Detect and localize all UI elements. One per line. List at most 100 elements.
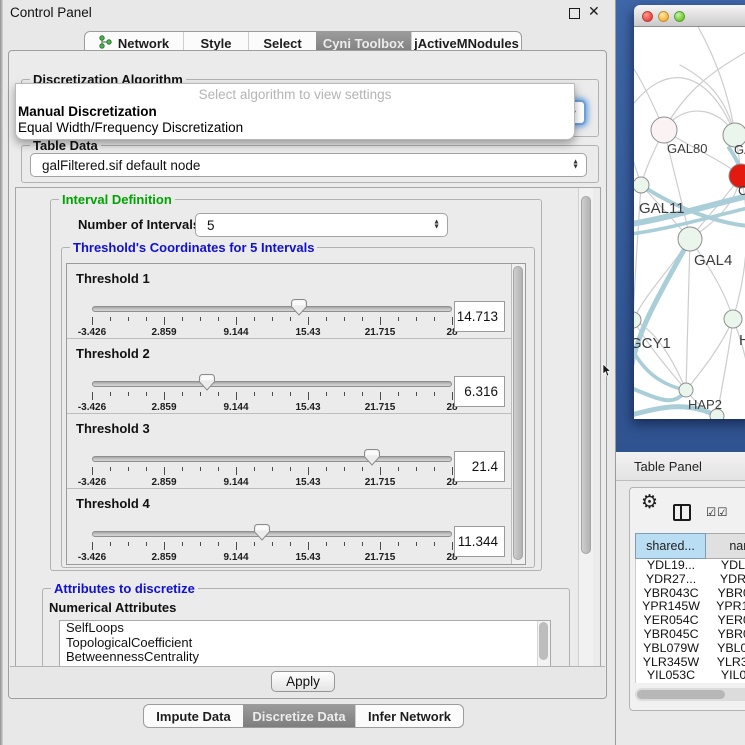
- threshold-row: Threshold 2 -3.4262.8599.14415.4321.7152…: [67, 339, 511, 414]
- table-cell[interactable]: YER054C: [706, 614, 745, 628]
- column-header-shared-name[interactable]: shared...: [635, 533, 706, 559]
- slider-thumb[interactable]: [254, 524, 270, 541]
- table-cell[interactable]: YDR27...: [706, 573, 745, 587]
- cyni-mode-tabbar: Impute Data Discretize Data Infer Networ…: [143, 704, 464, 728]
- threshold-slider[interactable]: -3.4262.8599.14415.4321.71528: [92, 450, 452, 488]
- network-view-window[interactable]: GAL80GACGAL11GAL4GCY1HHAP2: [634, 5, 745, 419]
- table-cell[interactable]: YBR043C: [706, 587, 745, 601]
- slider-track[interactable]: [92, 381, 452, 387]
- network-node[interactable]: [634, 177, 649, 193]
- table-cell[interactable]: YPR145W: [706, 600, 745, 614]
- panel-title: Control Panel: [10, 5, 92, 20]
- table-cell[interactable]: YBL079W: [706, 642, 745, 656]
- table-row[interactable]: YDL19...YDL19...: [636, 559, 745, 573]
- dropdown-item-equal-width-frequency[interactable]: Equal Width/Frequency Discretization: [18, 120, 243, 135]
- slider-track[interactable]: [92, 456, 452, 462]
- network-node[interactable]: [651, 117, 677, 143]
- table-row[interactable]: YBR045CYBR045C: [636, 628, 745, 642]
- dropdown-item-manual-discretization[interactable]: Manual Discretization: [18, 104, 157, 119]
- network-window-titlebar[interactable]: [634, 5, 745, 27]
- dropdown-placeholder-item[interactable]: Select algorithm to view settings: [16, 87, 574, 102]
- table-row[interactable]: YBR043CYBR043C: [636, 587, 745, 601]
- node-label: HAP2: [688, 397, 722, 412]
- attribute-item[interactable]: BetweennessCentrality: [60, 650, 550, 665]
- threshold-slider[interactable]: -3.4262.8599.14415.4321.71528: [92, 525, 452, 563]
- network-edge[interactable]: [634, 78, 735, 135]
- settings-vertical-scrollbar[interactable]: [578, 188, 593, 667]
- tab-impute-data[interactable]: Impute Data: [144, 705, 243, 727]
- network-edge[interactable]: [634, 115, 641, 185]
- float-window-icon[interactable]: [569, 8, 580, 19]
- table-cell[interactable]: YBR045C: [706, 628, 745, 642]
- content-bottom-bar: Apply: [10, 666, 605, 697]
- table-row[interactable]: YPR145WYPR145W: [636, 600, 745, 614]
- network-node[interactable]: [679, 383, 693, 397]
- table-horizontal-scrollbar[interactable]: [635, 688, 745, 701]
- table-row[interactable]: YIL053CYIL053C: [636, 669, 745, 683]
- table-cell[interactable]: YDL19...: [706, 559, 745, 573]
- select-columns-checkboxes-icon[interactable]: ☑☑: [706, 505, 729, 519]
- group-title: Attributes to discretize: [51, 581, 198, 596]
- node-label: GA: [734, 142, 745, 157]
- threshold-value-field[interactable]: 11.344: [454, 526, 505, 557]
- columns-icon[interactable]: [673, 504, 691, 521]
- table-row[interactable]: YBL079WYBL079W: [636, 642, 745, 656]
- table-data-combobox[interactable]: galFiltered.sif default node ▲▼: [30, 153, 587, 177]
- table-cell[interactable]: YDR27...: [636, 573, 706, 587]
- table-row[interactable]: YLR345WYLR345W: [636, 656, 745, 670]
- table-cell[interactable]: YBR043C: [636, 587, 706, 601]
- slider-track[interactable]: [92, 306, 452, 312]
- thresholds-scrollbar[interactable]: [511, 264, 525, 564]
- network-canvas[interactable]: GAL80GACGAL11GAL4GCY1HHAP2: [634, 27, 745, 419]
- network-edge[interactable]: [686, 239, 690, 390]
- slider-thumb[interactable]: [364, 449, 380, 466]
- network-node[interactable]: [634, 312, 641, 328]
- number-of-intervals-combobox[interactable]: 5 ▲▼: [195, 213, 448, 237]
- tab-infer-network[interactable]: Infer Network: [355, 705, 463, 727]
- threshold-slider[interactable]: -3.4262.8599.14415.4321.71528: [92, 300, 452, 338]
- column-header-name[interactable]: name: [706, 533, 745, 559]
- apply-button[interactable]: Apply: [271, 671, 335, 692]
- table-cell[interactable]: YPR145W: [636, 600, 706, 614]
- network-node[interactable]: [724, 310, 742, 328]
- table-cell[interactable]: YLR345W: [706, 656, 745, 670]
- table-cell[interactable]: YLR345W: [636, 656, 706, 670]
- gear-icon[interactable]: ⚙: [641, 491, 658, 513]
- tab-discretize-data[interactable]: Discretize Data: [243, 705, 355, 727]
- table-cell[interactable]: YER054C: [636, 614, 706, 628]
- node-label: C: [738, 183, 745, 198]
- slider-thumb[interactable]: [199, 374, 215, 391]
- group-title: Interval Definition: [59, 192, 175, 207]
- network-edge[interactable]: [690, 239, 733, 319]
- numerical-attributes-list[interactable]: SelfLoopsTopologicalCoefficientBetweenne…: [59, 620, 551, 668]
- threshold-value-field[interactable]: 21.4: [454, 451, 505, 482]
- slider-track[interactable]: [92, 531, 452, 537]
- slider-tick-labels: -3.4262.8599.14415.4321.71528: [92, 477, 452, 489]
- table-cell[interactable]: YDL19...: [636, 559, 706, 573]
- network-edge-highlighted[interactable]: [634, 347, 686, 390]
- network-graph[interactable]: GAL80GACGAL11GAL4GCY1HHAP2: [634, 27, 745, 419]
- table-row[interactable]: YER054CYER054C: [636, 614, 745, 628]
- table-cell[interactable]: YIL053C: [706, 669, 745, 683]
- node-label: GAL4: [694, 252, 732, 269]
- table-row[interactable]: YDR27...YDR27...: [636, 573, 745, 587]
- table-cell[interactable]: YIL053C: [636, 669, 706, 683]
- threshold-value-field[interactable]: 14.713: [454, 301, 505, 332]
- attribute-item[interactable]: TopologicalCoefficient: [60, 636, 550, 651]
- threshold-value-field[interactable]: 6.316: [454, 376, 505, 407]
- close-traffic-light-icon[interactable]: [642, 11, 653, 22]
- network-edge[interactable]: [696, 27, 735, 135]
- network-node[interactable]: [678, 227, 702, 251]
- thresholds-group: Threshold's Coordinates for 5 Intervals …: [61, 247, 535, 568]
- network-edge[interactable]: [686, 319, 733, 390]
- zoom-traffic-light-icon[interactable]: [674, 11, 685, 22]
- threshold-slider[interactable]: -3.4262.8599.14415.4321.71528: [92, 375, 452, 413]
- minimize-traffic-light-icon[interactable]: [658, 11, 669, 22]
- table-cell[interactable]: YBR045C: [636, 628, 706, 642]
- slider-tick-labels: -3.4262.8599.14415.4321.71528: [92, 402, 452, 414]
- close-icon[interactable]: ✕: [588, 3, 600, 20]
- slider-thumb[interactable]: [291, 299, 307, 316]
- table-cell[interactable]: YBL079W: [636, 642, 706, 656]
- attribute-item[interactable]: SelfLoops: [60, 621, 550, 636]
- attributes-scrollbar[interactable]: [537, 621, 550, 668]
